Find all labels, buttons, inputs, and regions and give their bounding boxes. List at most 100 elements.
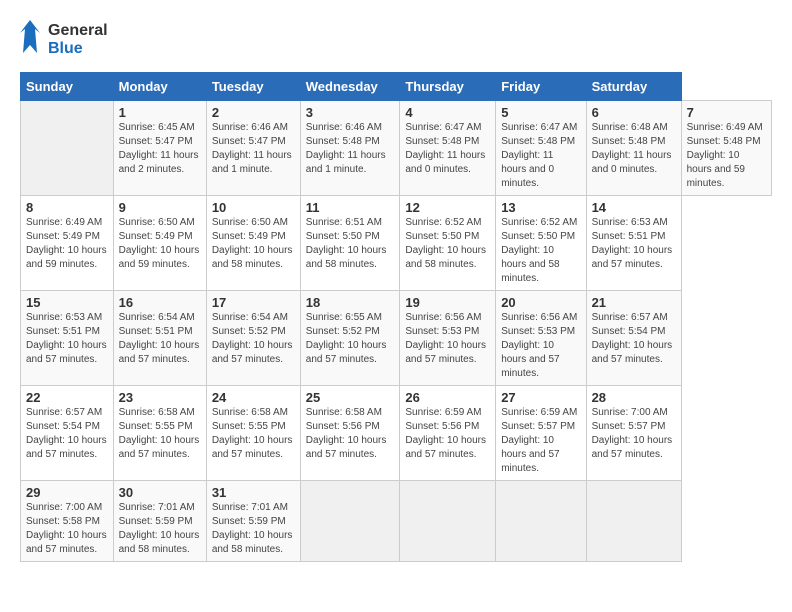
day-number: 23 — [119, 390, 201, 405]
calendar-cell: 9Sunrise: 6:50 AM Sunset: 5:49 PM Daylig… — [113, 196, 206, 291]
day-number: 16 — [119, 295, 201, 310]
day-info: Sunrise: 6:52 AM Sunset: 5:50 PM Dayligh… — [405, 216, 490, 272]
day-number: 11 — [306, 200, 395, 215]
day-info: Sunrise: 6:54 AM Sunset: 5:52 PM Dayligh… — [212, 311, 295, 367]
day-number: 5 — [501, 105, 580, 120]
calendar-day-header: Tuesday — [206, 73, 300, 101]
day-info: Sunrise: 6:53 AM Sunset: 5:51 PM Dayligh… — [26, 311, 108, 367]
calendar-week-row: 8Sunrise: 6:49 AM Sunset: 5:49 PM Daylig… — [21, 196, 772, 291]
calendar-cell: 27Sunrise: 6:59 AM Sunset: 5:57 PM Dayli… — [496, 386, 586, 481]
calendar-cell — [21, 101, 114, 196]
day-info: Sunrise: 7:00 AM Sunset: 5:57 PM Dayligh… — [592, 406, 676, 462]
day-number: 18 — [306, 295, 395, 310]
day-info: Sunrise: 6:47 AM Sunset: 5:48 PM Dayligh… — [501, 121, 580, 191]
calendar-cell: 30Sunrise: 7:01 AM Sunset: 5:59 PM Dayli… — [113, 481, 206, 562]
day-info: Sunrise: 6:57 AM Sunset: 5:54 PM Dayligh… — [592, 311, 676, 367]
day-info: Sunrise: 6:55 AM Sunset: 5:52 PM Dayligh… — [306, 311, 395, 367]
header: GeneralBlue — [20, 15, 772, 60]
day-number: 20 — [501, 295, 580, 310]
calendar-cell: 13Sunrise: 6:52 AM Sunset: 5:50 PM Dayli… — [496, 196, 586, 291]
day-number: 10 — [212, 200, 295, 215]
day-info: Sunrise: 6:56 AM Sunset: 5:53 PM Dayligh… — [405, 311, 490, 367]
day-number: 22 — [26, 390, 108, 405]
calendar-cell: 8Sunrise: 6:49 AM Sunset: 5:49 PM Daylig… — [21, 196, 114, 291]
day-number: 12 — [405, 200, 490, 215]
calendar-cell: 19Sunrise: 6:56 AM Sunset: 5:53 PM Dayli… — [400, 291, 496, 386]
day-info: Sunrise: 6:51 AM Sunset: 5:50 PM Dayligh… — [306, 216, 395, 272]
calendar-week-row: 15Sunrise: 6:53 AM Sunset: 5:51 PM Dayli… — [21, 291, 772, 386]
day-number: 1 — [119, 105, 201, 120]
day-number: 26 — [405, 390, 490, 405]
calendar-cell — [586, 481, 681, 562]
calendar-cell: 21Sunrise: 6:57 AM Sunset: 5:54 PM Dayli… — [586, 291, 681, 386]
calendar-cell — [400, 481, 496, 562]
day-info: Sunrise: 6:52 AM Sunset: 5:50 PM Dayligh… — [501, 216, 580, 286]
day-number: 6 — [592, 105, 676, 120]
day-info: Sunrise: 7:01 AM Sunset: 5:59 PM Dayligh… — [212, 501, 295, 557]
calendar-cell: 25Sunrise: 6:58 AM Sunset: 5:56 PM Dayli… — [300, 386, 400, 481]
day-info: Sunrise: 6:59 AM Sunset: 5:56 PM Dayligh… — [405, 406, 490, 462]
calendar-cell: 28Sunrise: 7:00 AM Sunset: 5:57 PM Dayli… — [586, 386, 681, 481]
calendar-day-header: Friday — [496, 73, 586, 101]
day-info: Sunrise: 6:58 AM Sunset: 5:55 PM Dayligh… — [119, 406, 201, 462]
logo: GeneralBlue — [20, 15, 140, 60]
calendar-cell — [496, 481, 586, 562]
day-info: Sunrise: 6:56 AM Sunset: 5:53 PM Dayligh… — [501, 311, 580, 381]
calendar-table: SundayMondayTuesdayWednesdayThursdayFrid… — [20, 72, 772, 562]
calendar-cell: 14Sunrise: 6:53 AM Sunset: 5:51 PM Dayli… — [586, 196, 681, 291]
calendar-day-header: Thursday — [400, 73, 496, 101]
day-number: 25 — [306, 390, 395, 405]
day-info: Sunrise: 6:46 AM Sunset: 5:47 PM Dayligh… — [212, 121, 295, 177]
calendar-cell: 29Sunrise: 7:00 AM Sunset: 5:58 PM Dayli… — [21, 481, 114, 562]
day-info: Sunrise: 6:58 AM Sunset: 5:55 PM Dayligh… — [212, 406, 295, 462]
calendar-cell: 3Sunrise: 6:46 AM Sunset: 5:48 PM Daylig… — [300, 101, 400, 196]
calendar-cell: 15Sunrise: 6:53 AM Sunset: 5:51 PM Dayli… — [21, 291, 114, 386]
logo-svg: GeneralBlue — [20, 15, 140, 60]
calendar-cell — [300, 481, 400, 562]
calendar-cell: 24Sunrise: 6:58 AM Sunset: 5:55 PM Dayli… — [206, 386, 300, 481]
calendar-cell: 2Sunrise: 6:46 AM Sunset: 5:47 PM Daylig… — [206, 101, 300, 196]
calendar-cell: 7Sunrise: 6:49 AM Sunset: 5:48 PM Daylig… — [681, 101, 771, 196]
day-info: Sunrise: 6:49 AM Sunset: 5:48 PM Dayligh… — [687, 121, 766, 191]
calendar-week-row: 22Sunrise: 6:57 AM Sunset: 5:54 PM Dayli… — [21, 386, 772, 481]
day-number: 15 — [26, 295, 108, 310]
day-number: 14 — [592, 200, 676, 215]
day-number: 8 — [26, 200, 108, 215]
day-number: 31 — [212, 485, 295, 500]
day-info: Sunrise: 6:49 AM Sunset: 5:49 PM Dayligh… — [26, 216, 108, 272]
calendar-cell: 12Sunrise: 6:52 AM Sunset: 5:50 PM Dayli… — [400, 196, 496, 291]
day-info: Sunrise: 6:45 AM Sunset: 5:47 PM Dayligh… — [119, 121, 201, 177]
calendar-cell: 4Sunrise: 6:47 AM Sunset: 5:48 PM Daylig… — [400, 101, 496, 196]
day-number: 9 — [119, 200, 201, 215]
day-info: Sunrise: 6:46 AM Sunset: 5:48 PM Dayligh… — [306, 121, 395, 177]
calendar-cell: 20Sunrise: 6:56 AM Sunset: 5:53 PM Dayli… — [496, 291, 586, 386]
calendar-week-row: 1Sunrise: 6:45 AM Sunset: 5:47 PM Daylig… — [21, 101, 772, 196]
calendar-day-header: Wednesday — [300, 73, 400, 101]
calendar-day-header: Saturday — [586, 73, 681, 101]
calendar-cell: 23Sunrise: 6:58 AM Sunset: 5:55 PM Dayli… — [113, 386, 206, 481]
day-number: 28 — [592, 390, 676, 405]
day-info: Sunrise: 6:50 AM Sunset: 5:49 PM Dayligh… — [119, 216, 201, 272]
calendar-week-row: 29Sunrise: 7:00 AM Sunset: 5:58 PM Dayli… — [21, 481, 772, 562]
calendar-cell: 31Sunrise: 7:01 AM Sunset: 5:59 PM Dayli… — [206, 481, 300, 562]
svg-text:Blue: Blue — [48, 40, 83, 57]
day-number: 30 — [119, 485, 201, 500]
day-number: 7 — [687, 105, 766, 120]
calendar-cell: 11Sunrise: 6:51 AM Sunset: 5:50 PM Dayli… — [300, 196, 400, 291]
day-number: 2 — [212, 105, 295, 120]
day-info: Sunrise: 6:50 AM Sunset: 5:49 PM Dayligh… — [212, 216, 295, 272]
calendar-cell: 16Sunrise: 6:54 AM Sunset: 5:51 PM Dayli… — [113, 291, 206, 386]
day-number: 4 — [405, 105, 490, 120]
day-info: Sunrise: 6:53 AM Sunset: 5:51 PM Dayligh… — [592, 216, 676, 272]
day-info: Sunrise: 6:57 AM Sunset: 5:54 PM Dayligh… — [26, 406, 108, 462]
calendar-cell: 18Sunrise: 6:55 AM Sunset: 5:52 PM Dayli… — [300, 291, 400, 386]
calendar-cell: 10Sunrise: 6:50 AM Sunset: 5:49 PM Dayli… — [206, 196, 300, 291]
calendar-day-header: Sunday — [21, 73, 114, 101]
calendar-cell: 6Sunrise: 6:48 AM Sunset: 5:48 PM Daylig… — [586, 101, 681, 196]
calendar-cell: 5Sunrise: 6:47 AM Sunset: 5:48 PM Daylig… — [496, 101, 586, 196]
day-number: 24 — [212, 390, 295, 405]
day-number: 29 — [26, 485, 108, 500]
calendar-cell: 1Sunrise: 6:45 AM Sunset: 5:47 PM Daylig… — [113, 101, 206, 196]
calendar-cell: 26Sunrise: 6:59 AM Sunset: 5:56 PM Dayli… — [400, 386, 496, 481]
calendar-day-header: Monday — [113, 73, 206, 101]
